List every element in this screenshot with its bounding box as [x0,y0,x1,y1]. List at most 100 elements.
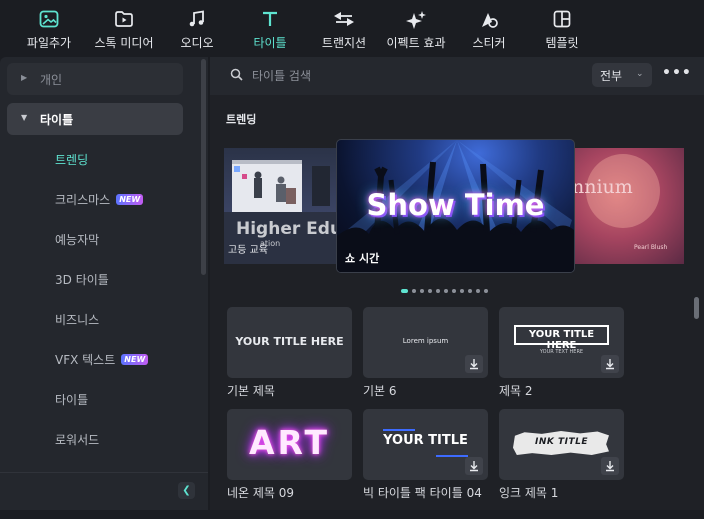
sidebar-item-label: 예능자막 [55,233,100,247]
sidebar-item-titles[interactable]: ▼ 타이틀 [7,103,183,135]
download-button[interactable] [465,457,483,475]
divider [0,472,208,473]
carousel-dot[interactable] [401,289,408,293]
tab-label: 스톡 미디어 [94,36,154,50]
tab-label: 이펙트 효과 [386,36,446,50]
sidebar-item-label: 타이틀 [40,113,74,127]
download-button[interactable] [601,355,619,373]
sidebar-scrollbar[interactable] [201,59,206,275]
carousel-card-millennium[interactable]: nnium Pearl Blush [572,148,684,264]
tab-effects[interactable]: 이펙트 효과 [382,6,450,54]
tab-label: 스티커 [472,36,506,50]
tile-label: 기본 6 [363,384,397,398]
download-icon [470,359,478,370]
carousel-dot[interactable] [412,289,416,293]
tile-label: 기본 제목 [227,384,275,398]
tab-titles[interactable]: 타이틀 [244,6,296,54]
more-options-button[interactable]: ••• [662,63,691,87]
title-tile-title-2[interactable]: YOUR TITLE HERE YOUR TEXT HERE [499,307,624,378]
category-sidebar: ▶ 개인 ▼ 타이틀 트렌딩 크리스마스 NEW 예능자막 3D 타이틀 비즈니스… [0,57,208,510]
chevron-down-icon: ▼ [21,113,28,122]
carousel-card-show-time[interactable]: Show Time 쇼 시간 [336,139,575,273]
tile-preview-text: INK TITLE [535,437,588,447]
filter-dropdown[interactable]: 전부 ⌄ [592,63,652,87]
tab-stickers[interactable]: 스티커 [464,6,514,54]
sidebar-item-3d-titles[interactable]: 3D 타이틀 [55,271,109,288]
tab-label: 타이틀 [253,36,287,50]
title-tile-basic[interactable]: YOUR TITLE HERE [227,307,352,378]
sidebar-item-titles-sub[interactable]: 타이틀 [55,391,88,408]
accent-line [383,429,415,431]
title-tile-neon-09[interactable]: ART [227,409,352,480]
chevron-right-icon: ▶ [21,73,28,82]
carousel-dot[interactable] [428,289,432,293]
tab-import-media[interactable]: 파일추가 [20,6,78,54]
tile-label: 빅 타이틀 팩 타이틀 04 [363,486,482,500]
sidebar-item-label: 개인 [40,73,63,87]
title-tile-basic-6[interactable]: Lorem ipsum [363,307,488,378]
title-tile-ink-1[interactable]: INK TITLE [499,409,624,480]
media-import-icon [39,10,59,28]
tile-label: 네온 제목 09 [227,486,295,500]
sidebar-item-variety-subtitles[interactable]: 예능자막 [55,231,99,248]
card-caption: 고등 교육 [228,245,268,256]
sticker-icon [482,13,498,28]
carousel-dot[interactable] [452,289,456,293]
card-overlay-text: Higher Educ [236,219,336,239]
tab-label: 템플릿 [545,36,579,50]
more-horizontal-icon: ••• [662,65,692,81]
tile-preview-text: YOUR TITLE HERE [235,335,344,348]
carousel-dot[interactable] [484,289,488,293]
collapse-sidebar-button[interactable]: ❮ [178,482,195,499]
template-grid-icon [553,10,571,28]
tile-preview-text: YOUR TITLE HERE [528,329,595,351]
sidebar-item-label: VFX 텍스트 [55,353,116,367]
sidebar-item-christmas[interactable]: 크리스마스 NEW [55,191,144,208]
download-button[interactable] [465,355,483,373]
sidebar-item-label: 비즈니스 [55,313,100,327]
window-bottom-edge [0,510,704,519]
download-icon [606,359,614,370]
carousel-dot[interactable] [420,289,424,293]
sidebar-item-vfx-text[interactable]: VFX 텍스트 NEW [55,351,149,368]
chevron-left-icon: ❮ [182,485,191,496]
tab-label: 오디오 [180,36,214,50]
section-heading: 트렌딩 [226,113,257,126]
tile-preview-text: YOUR TITLE [383,433,468,448]
title-frame: YOUR TITLE HERE [514,325,609,351]
tile-preview-text: Lorem ipsum [402,337,449,345]
sidebar-item-label: 크리스마스 [55,193,111,207]
text-t-icon [263,11,277,26]
sidebar-item-lower-thirds[interactable]: 로워서드 [55,431,99,448]
accent-line [436,455,468,457]
tile-preview-text: ART [249,423,330,462]
carousel-dot[interactable] [476,289,480,293]
tab-label: 트랜지션 [321,36,367,50]
sidebar-item-business[interactable]: 비즈니스 [55,311,99,328]
sidebar-item-label: 로워서드 [55,433,100,447]
panel-scrollbar[interactable] [694,297,699,319]
card-overlay-subtext: Pearl Blush [634,244,668,251]
tab-audio[interactable]: 오디오 [172,6,222,54]
title-tile-big-title-04[interactable]: YOUR TITLE [363,409,488,480]
tab-transitions[interactable]: 트랜지션 [314,6,374,54]
carousel-card-higher-education[interactable]: Higher Educ ation 고등 교육 [224,148,336,264]
carousel-dot[interactable] [444,289,448,293]
tab-label: 파일추가 [26,36,72,50]
download-button[interactable] [601,457,619,475]
sidebar-item-personal[interactable]: ▶ 개인 [7,63,183,95]
search-input[interactable] [252,65,572,87]
transition-arrows-icon [334,12,354,26]
download-icon [470,461,478,472]
sidebar-item-trending[interactable]: 트렌딩 [55,151,88,168]
carousel-dot[interactable] [468,289,472,293]
tab-templates[interactable]: 템플릿 [538,6,586,54]
sidebar-item-label: 트렌딩 [55,153,89,167]
download-icon [606,461,614,472]
carousel-dot[interactable] [436,289,440,293]
chevron-down-icon: ⌄ [636,69,644,79]
carousel-dot[interactable] [460,289,464,293]
tab-stock-media[interactable]: 스톡 미디어 [88,6,160,54]
search-bar: 전부 ⌄ ••• [210,57,704,95]
stock-media-icon [115,11,133,27]
